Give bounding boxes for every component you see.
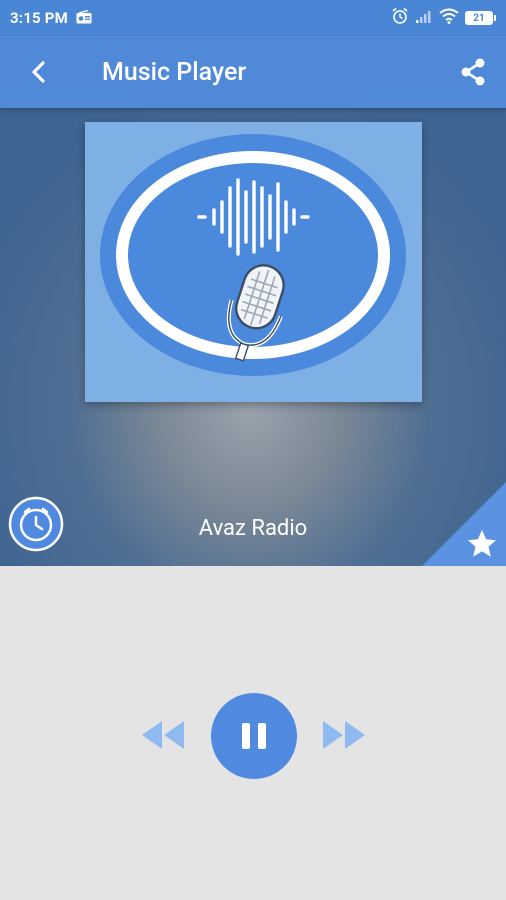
status-time: 3:15 PM [10, 9, 68, 27]
alarm-icon [391, 7, 409, 29]
page-title: Music Player [102, 57, 247, 87]
now-playing-panel: Avaz Radio [0, 108, 506, 566]
back-arrow-icon [32, 61, 45, 83]
battery-level: 21 [465, 11, 493, 25]
status-left: 3:15 PM [10, 9, 92, 28]
fast-forward-icon [323, 721, 365, 749]
rewind-icon [142, 721, 184, 749]
signal-icon [415, 8, 433, 28]
microphone-soundwave-logo [100, 134, 406, 376]
favorite-button[interactable] [422, 482, 506, 566]
radio-icon [76, 9, 92, 28]
status-right: 21 [391, 7, 496, 29]
station-artwork [85, 122, 422, 402]
app-bar: Music Player [0, 36, 506, 108]
share-icon [461, 58, 485, 86]
wifi-icon [439, 8, 459, 28]
rewind-button[interactable] [140, 717, 186, 753]
pause-button[interactable] [211, 693, 297, 779]
share-button[interactable] [440, 36, 506, 108]
fast-forward-button[interactable] [321, 717, 367, 753]
pause-icon [238, 723, 270, 749]
status-bar: 3:15 PM 21 [0, 0, 506, 36]
playback-controls [0, 566, 506, 900]
back-button[interactable] [0, 36, 78, 108]
battery-icon: 21 [465, 11, 496, 25]
